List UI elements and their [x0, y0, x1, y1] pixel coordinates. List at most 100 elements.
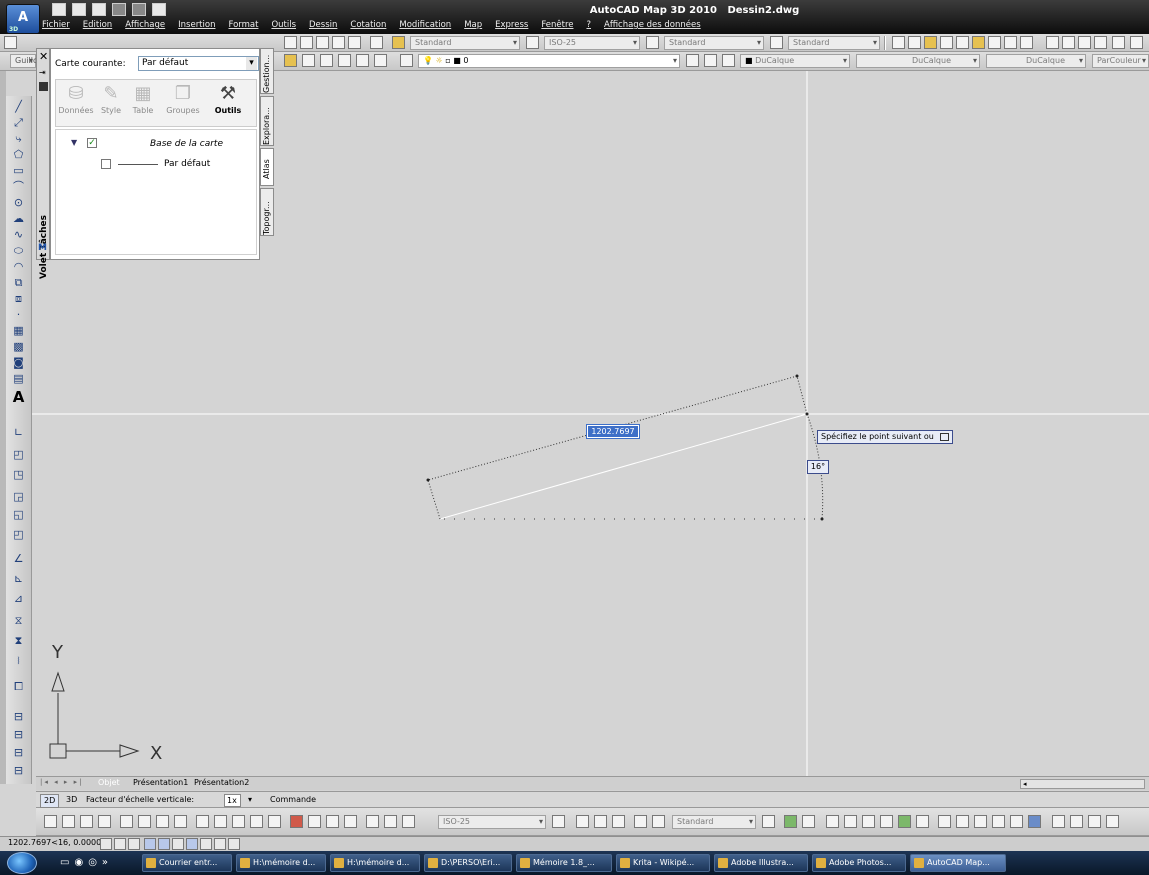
quick-dim-icon[interactable]: ⊾	[11, 572, 26, 585]
coordinates-readout[interactable]: 1202.7697<16, 0.0000	[8, 838, 101, 847]
layer-match-icon[interactable]	[320, 54, 333, 67]
browser-icon[interactable]: ◎	[88, 857, 97, 868]
dim-aligned-icon[interactable]	[62, 815, 75, 828]
point-icon[interactable]: ·	[11, 308, 26, 321]
tab-topographie[interactable]: Topogr...	[260, 188, 274, 236]
text-style-select[interactable]: Standard	[410, 36, 520, 50]
taskbar-item-autocad[interactable]: AutoCAD Map...	[910, 854, 1006, 872]
dim-arc-icon[interactable]	[80, 815, 93, 828]
text-style-icon[interactable]	[392, 36, 405, 49]
dim-style-manager-icon[interactable]	[552, 815, 565, 828]
add-leader-icon[interactable]	[594, 815, 607, 828]
continue-dim-icon[interactable]: ⧖	[11, 614, 26, 627]
mleader-style-select[interactable]: Standard	[788, 36, 880, 50]
base-map-label[interactable]: Base de la carte	[150, 139, 223, 149]
layer-tool-icon[interactable]	[284, 54, 297, 67]
menu-express[interactable]: Express	[495, 20, 528, 34]
space-dim-icon[interactable]: ⧗	[11, 634, 26, 647]
tab-presentation2[interactable]: Présentation2	[194, 778, 249, 787]
color-select[interactable]: ■ DuCalque	[740, 54, 850, 68]
view-2d-button[interactable]: 2D	[40, 794, 60, 808]
snap-mode-icon[interactable]	[100, 838, 112, 850]
start-button[interactable]	[7, 852, 37, 874]
properties-icon[interactable]	[284, 36, 297, 49]
line-icon[interactable]: ╱	[11, 100, 26, 113]
aligned-dim-icon[interactable]: ◰	[11, 448, 26, 461]
tools-button[interactable]: ⚒ Outils	[208, 82, 248, 115]
dim-linear-icon[interactable]	[44, 815, 57, 828]
layer-previous-icon[interactable]	[704, 54, 717, 67]
taskbar-item-folder-1[interactable]: H:\mémoire d...	[236, 854, 326, 872]
map-tool-l-icon[interactable]	[992, 815, 1005, 828]
spline-icon[interactable]: ∿	[11, 228, 26, 241]
help-icon[interactable]	[370, 36, 383, 49]
angular-dim-icon[interactable]: ∠	[11, 552, 26, 565]
taskbar-item-folder-2[interactable]: H:\mémoire d...	[330, 854, 420, 872]
insert-block-icon[interactable]: ⧉	[11, 276, 26, 289]
dynamic-input-icon[interactable]	[200, 838, 212, 850]
tab-navigation-arrows-icon[interactable]: |◂ ◂ ▸ ▸|	[40, 778, 83, 786]
linear-dim-icon[interactable]: ∟	[11, 426, 26, 439]
dim-style-icon[interactable]	[526, 36, 539, 49]
layer-states-icon[interactable]	[722, 54, 735, 67]
arc-aligned-text-icon[interactable]	[1130, 36, 1143, 49]
rectangle-icon[interactable]: ▭	[11, 164, 26, 177]
menu-fichier[interactable]: Fichier	[42, 20, 70, 34]
dim-diameter-icon[interactable]	[156, 815, 169, 828]
scale-dropdown-icon[interactable]: ▾	[244, 794, 256, 806]
map-tool-a-icon[interactable]	[784, 815, 797, 828]
bottom-dim-style-select[interactable]: ISO-25	[438, 815, 546, 829]
center-mark-icon[interactable]	[308, 815, 321, 828]
lineweight-display-icon[interactable]	[214, 838, 226, 850]
text-resize-icon[interactable]	[1094, 36, 1107, 49]
linetype-select[interactable]: DuCalque	[856, 54, 980, 68]
map-tool-c-icon[interactable]	[826, 815, 839, 828]
bottom-mleader-style-select[interactable]: Standard	[672, 815, 756, 829]
dim-continue-icon[interactable]	[232, 815, 245, 828]
dim-quick-icon[interactable]	[196, 815, 209, 828]
frame-icon[interactable]	[1062, 36, 1075, 49]
menu-affichage-donnees[interactable]: Affichage des données	[604, 20, 701, 34]
dim-text-edit-icon[interactable]	[384, 815, 397, 828]
map-tool-m-icon[interactable]	[1010, 815, 1023, 828]
dim-edit-icon[interactable]	[366, 815, 379, 828]
tab-model[interactable]: Objet	[98, 778, 120, 787]
spell-check-icon[interactable]	[956, 36, 969, 49]
map-tool-1-icon[interactable]: ⊟	[11, 710, 26, 723]
plot-style-select[interactable]: ParCouleur	[1092, 54, 1149, 68]
dim-radius-icon[interactable]	[120, 815, 133, 828]
menu-help[interactable]: ?	[586, 20, 591, 34]
vertical-scale-value[interactable]: 1x	[224, 794, 241, 807]
dim-jogged-icon[interactable]	[138, 815, 151, 828]
ordinate-dim-icon[interactable]: ◲	[11, 490, 26, 503]
map-tool-n-icon[interactable]	[1028, 815, 1041, 828]
dynamic-input-prompt[interactable]: Spécifiez le point suivant ou	[817, 430, 953, 444]
multiline-text-icon[interactable]: A	[11, 388, 26, 406]
layer-prev-icon[interactable]	[302, 54, 315, 67]
table-style-select[interactable]: Standard	[664, 36, 764, 50]
show-desktop-icon[interactable]: ▭	[60, 857, 69, 868]
object-snap-icon[interactable]	[158, 838, 170, 850]
default-layer-checkbox[interactable]	[101, 159, 111, 169]
convert-distance-icon[interactable]	[1020, 36, 1033, 49]
polygon-icon[interactable]: ⬠	[11, 148, 26, 161]
groups-button[interactable]: ❐ Groupes	[160, 82, 206, 115]
map-tool-p-icon[interactable]	[1070, 815, 1083, 828]
view-3d-button[interactable]: 3D	[66, 794, 77, 806]
dim-break-icon[interactable]	[268, 815, 281, 828]
dim-update-icon[interactable]	[402, 815, 415, 828]
quick-properties-icon[interactable]	[228, 838, 240, 850]
close-icon[interactable]: ✕	[39, 51, 48, 62]
remove-leader-icon[interactable]	[612, 815, 625, 828]
ellipse-arc-icon[interactable]: ◠	[11, 260, 26, 273]
menu-affichage[interactable]: Affichage	[125, 20, 165, 34]
ortho-mode-icon[interactable]	[128, 838, 140, 850]
taskbar-item-photoshop[interactable]: Adobe Photos...	[812, 854, 906, 872]
tab-gestion[interactable]: Gestion...	[260, 48, 274, 94]
expand-arrow-icon[interactable]: ▼	[71, 138, 77, 147]
text-edit-icon[interactable]	[924, 36, 937, 49]
angle-input[interactable]: 16°	[807, 460, 829, 474]
diameter-dim-icon[interactable]: ◰	[11, 528, 26, 541]
mleader-icon[interactable]	[576, 815, 589, 828]
polar-tracking-icon[interactable]	[144, 838, 156, 850]
